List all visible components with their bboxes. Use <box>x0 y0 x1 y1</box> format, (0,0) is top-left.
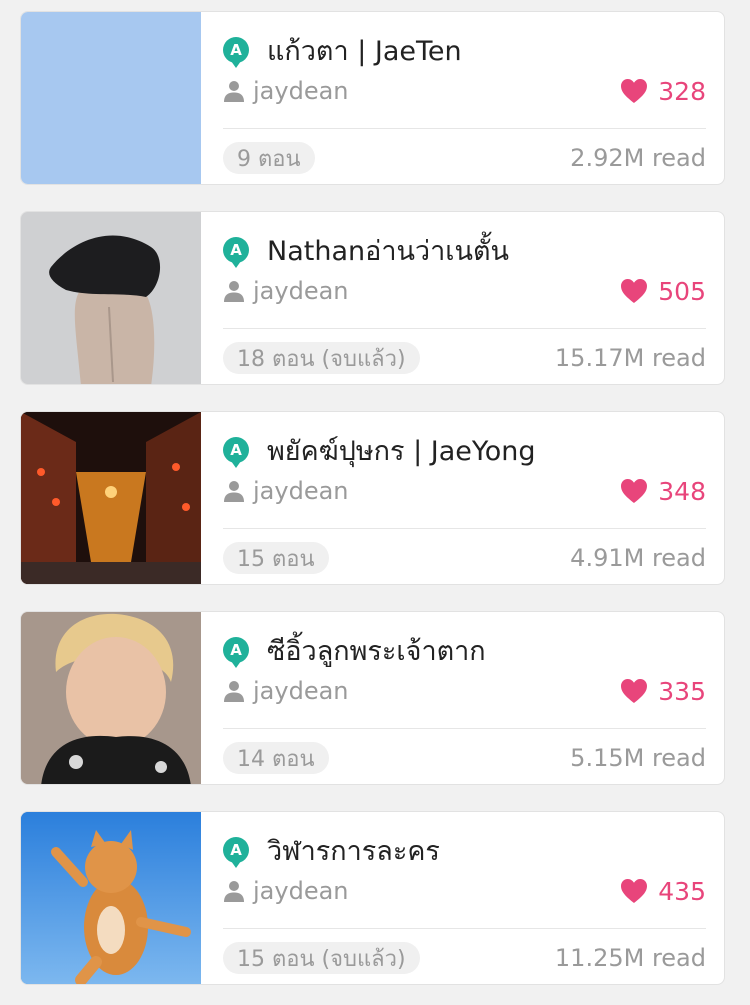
episode-count-badge: 9 ตอน <box>223 142 315 174</box>
divider <box>223 128 706 129</box>
story-cover[interactable] <box>21 612 201 784</box>
author-row[interactable]: jaydean <box>223 874 349 908</box>
story-info: A พยัคฆ์ปุษกร | JaeYong jaydean 348 15 ต… <box>201 412 724 584</box>
story-cover[interactable] <box>21 812 201 984</box>
story-card[interactable]: A ซีอิ้วลูกพระเจ้าตาก jaydean 335 14 ตอน… <box>20 611 725 785</box>
title-row: A แก้วตา | JaeTen <box>223 32 708 68</box>
author-row[interactable]: jaydean <box>223 274 349 308</box>
likes[interactable]: 435 <box>620 874 706 908</box>
title-row: A พยัคฆ์ปุษกร | JaeYong <box>223 432 708 468</box>
like-count: 505 <box>658 276 706 306</box>
read-count: 5.15M read <box>570 744 706 772</box>
divider <box>223 728 706 729</box>
episode-count-badge: 18 ตอน (จบแล้ว) <box>223 342 420 374</box>
user-icon <box>224 81 244 102</box>
likes[interactable]: 505 <box>620 274 706 308</box>
heart-icon <box>621 679 648 703</box>
episode-count-badge: 15 ตอน <box>223 542 329 574</box>
a-badge-icon: A <box>223 637 249 668</box>
story-info: A แก้วตา | JaeTen jaydean 328 9 ตอน 2.92… <box>201 12 724 184</box>
divider <box>223 928 706 929</box>
a-badge-icon: A <box>223 837 249 868</box>
title-row: A Nathanอ่านว่าเนตั้น <box>223 232 708 268</box>
read-count: 11.25M read <box>554 944 706 972</box>
heart-icon <box>621 79 648 103</box>
story-title[interactable]: วิฬารการละคร <box>267 829 440 872</box>
cover-image <box>21 212 201 384</box>
story-info: A Nathanอ่านว่าเนตั้น jaydean 505 18 ตอน… <box>201 212 724 384</box>
episode-count-badge: 14 ตอน <box>223 742 329 774</box>
like-count: 328 <box>658 76 706 106</box>
user-icon <box>224 681 244 702</box>
likes[interactable]: 328 <box>620 74 706 108</box>
title-row: A ซีอิ้วลูกพระเจ้าตาก <box>223 632 708 668</box>
author-name: jaydean <box>253 277 349 305</box>
story-card[interactable]: A แก้วตา | JaeTen jaydean 328 9 ตอน 2.92… <box>20 11 725 185</box>
episode-count-badge: 15 ตอน (จบแล้ว) <box>223 942 420 974</box>
heart-icon <box>621 479 648 503</box>
story-card[interactable]: A พยัคฆ์ปุษกร | JaeYong jaydean 348 15 ต… <box>20 411 725 585</box>
author-row[interactable]: jaydean <box>223 474 349 508</box>
story-info: A ซีอิ้วลูกพระเจ้าตาก jaydean 335 14 ตอน… <box>201 612 724 784</box>
author-name: jaydean <box>253 477 349 505</box>
divider <box>223 528 706 529</box>
divider <box>223 328 706 329</box>
story-cover[interactable] <box>21 412 201 584</box>
like-count: 335 <box>658 676 706 706</box>
a-badge-icon: A <box>223 437 249 468</box>
read-count: 2.92M read <box>570 144 706 172</box>
author-row[interactable]: jaydean <box>223 674 349 708</box>
cover-image <box>21 412 201 584</box>
author-name: jaydean <box>253 77 349 105</box>
story-cover[interactable] <box>21 12 201 184</box>
story-cover[interactable] <box>21 212 201 384</box>
like-count: 348 <box>658 476 706 506</box>
story-title[interactable]: Nathanอ่านว่าเนตั้น <box>267 229 509 272</box>
likes[interactable]: 335 <box>620 674 706 708</box>
read-count: 15.17M read <box>554 344 706 372</box>
story-title[interactable]: แก้วตา | JaeTen <box>267 29 462 72</box>
a-badge-icon: A <box>223 237 249 268</box>
cover-image <box>21 812 201 984</box>
author-name: jaydean <box>253 877 349 905</box>
a-badge-icon: A <box>223 37 249 68</box>
author-row[interactable]: jaydean <box>223 74 349 108</box>
story-list: A แก้วตา | JaeTen jaydean 328 9 ตอน 2.92… <box>0 0 750 1005</box>
story-title[interactable]: พยัคฆ์ปุษกร | JaeYong <box>267 429 536 472</box>
user-icon <box>224 281 244 302</box>
cover-image <box>21 612 201 784</box>
heart-icon <box>621 879 648 903</box>
story-title[interactable]: ซีอิ้วลูกพระเจ้าตาก <box>267 629 486 672</box>
author-name: jaydean <box>253 677 349 705</box>
story-card[interactable]: A วิฬารการละคร jaydean 435 15 ตอน (จบแล้… <box>20 811 725 985</box>
story-info: A วิฬารการละคร jaydean 435 15 ตอน (จบแล้… <box>201 812 724 984</box>
heart-icon <box>621 279 648 303</box>
user-icon <box>224 481 244 502</box>
user-icon <box>224 881 244 902</box>
title-row: A วิฬารการละคร <box>223 832 708 868</box>
likes[interactable]: 348 <box>620 474 706 508</box>
like-count: 435 <box>658 876 706 906</box>
read-count: 4.91M read <box>570 544 706 572</box>
story-card[interactable]: A Nathanอ่านว่าเนตั้น jaydean 505 18 ตอน… <box>20 211 725 385</box>
